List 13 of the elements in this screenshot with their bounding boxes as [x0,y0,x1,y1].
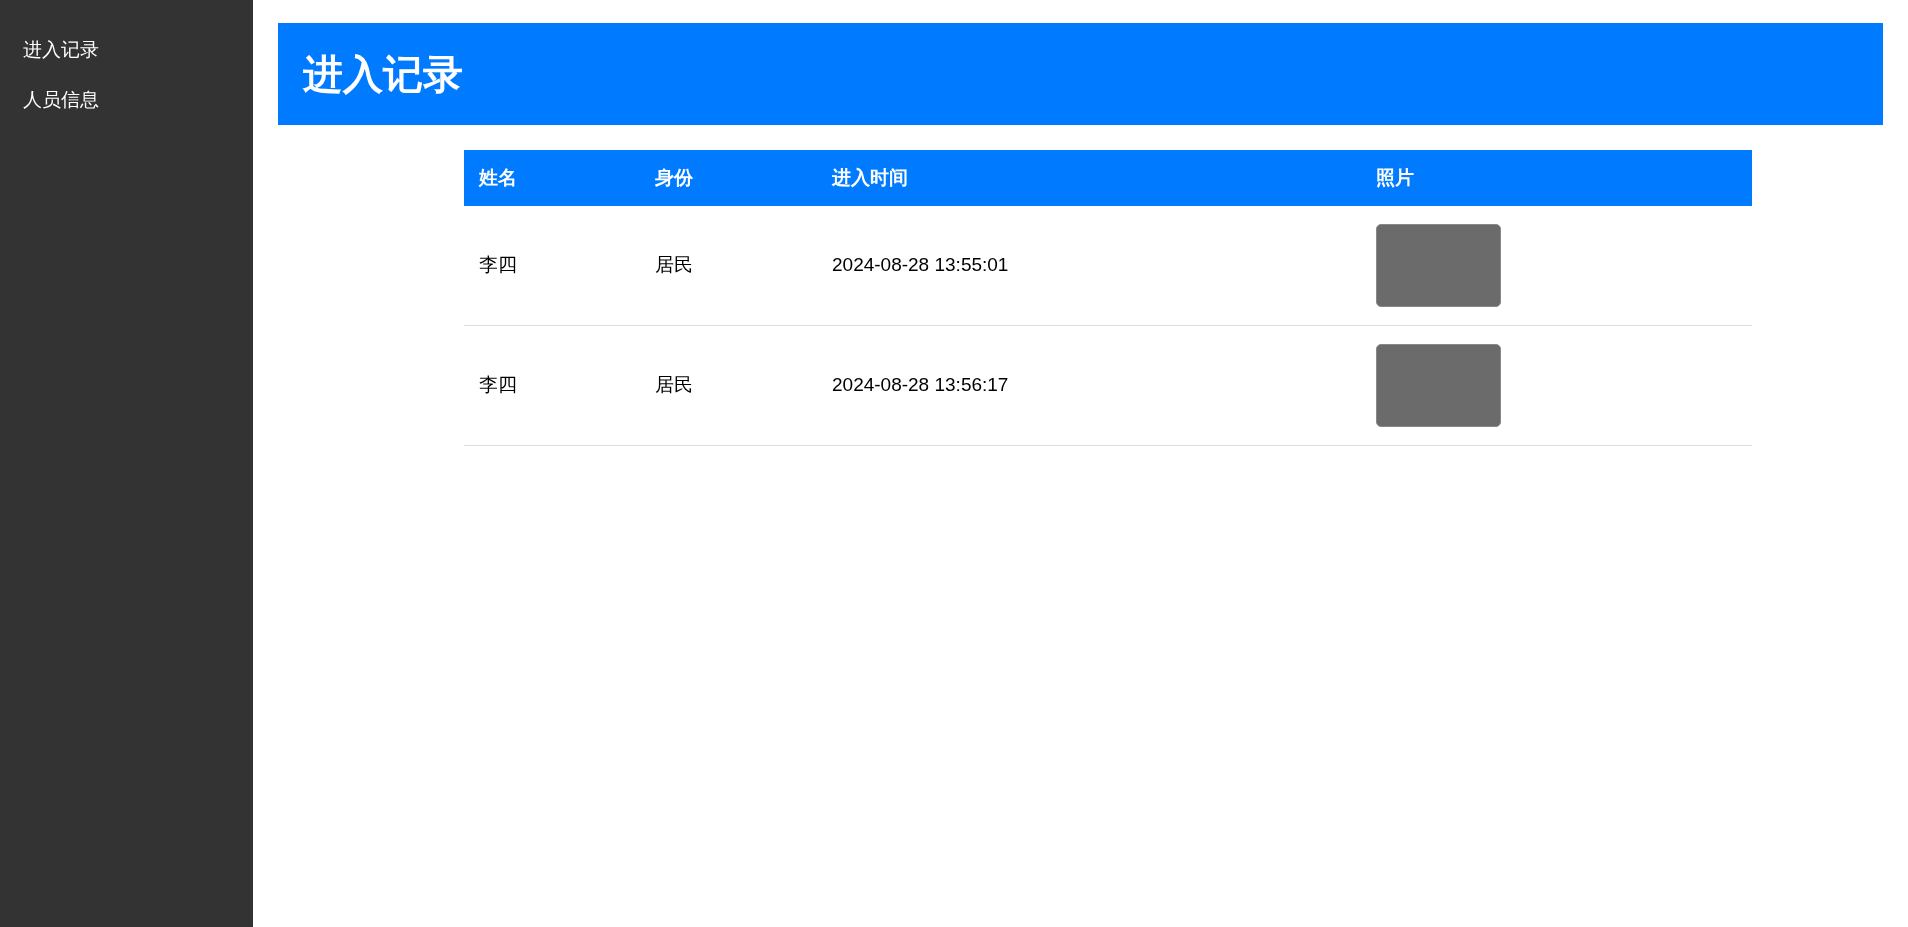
table-cell: 2024-08-28 13:55:01 [832,254,1009,276]
column-header: 姓名 [479,166,517,188]
sidebar-link[interactable]: 进入记录 [23,36,99,64]
table-cell: 李四 [479,254,517,276]
page-title: 进入记录 [303,51,463,98]
column-header: 进入时间 [832,166,908,188]
table-cell: 2024-08-28 13:56:17 [832,374,1009,396]
table-cell: 居民 [655,254,693,276]
table-cell: 居民 [655,374,693,396]
table-cell: 李四 [479,374,517,396]
column-header: 照片 [1376,166,1414,188]
column-header: 身份 [655,166,693,188]
sidebar-link[interactable]: 人员信息 [23,86,99,114]
